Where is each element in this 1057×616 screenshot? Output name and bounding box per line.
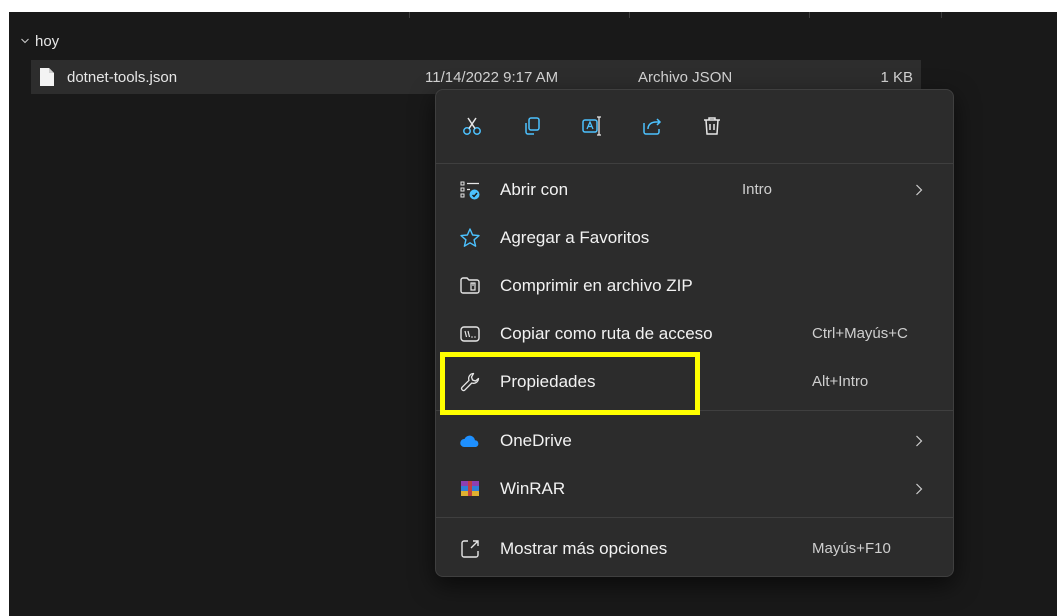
- cut-button[interactable]: [448, 104, 496, 148]
- chevron-right-icon: [916, 483, 923, 495]
- column-divider[interactable]: [941, 12, 942, 18]
- column-divider[interactable]: [629, 12, 630, 18]
- column-divider[interactable]: [809, 12, 810, 18]
- group-header-today[interactable]: hoy: [21, 30, 59, 52]
- winrar-icon: [458, 478, 482, 500]
- menu-item-onedrive[interactable]: OneDrive: [442, 419, 947, 463]
- wrench-icon: [458, 371, 482, 393]
- menu-separator: [436, 517, 953, 518]
- file-name: dotnet-tools.json: [67, 69, 178, 86]
- properties-label: Propiedades: [500, 372, 596, 391]
- more-options-icon: [458, 538, 482, 560]
- rename-button[interactable]: [568, 104, 616, 148]
- copy-as-path-label: Copiar como ruta de acceso: [500, 324, 713, 343]
- rename-icon: [582, 116, 601, 136]
- copy-button[interactable]: [508, 104, 556, 148]
- show-more-options-shortcut: Mayús+F10: [812, 540, 891, 557]
- file-type: Archivo JSON: [638, 69, 733, 86]
- menu-separator: [436, 410, 953, 411]
- file-date: 11/14/2022 9:17 AM: [425, 69, 559, 86]
- chevron-right-icon: [916, 184, 923, 196]
- cut-icon: [463, 117, 481, 135]
- share-button[interactable]: [628, 104, 676, 148]
- onedrive-label: OneDrive: [500, 431, 572, 450]
- chevron-right-icon: [916, 435, 923, 447]
- properties-shortcut: Alt+Intro: [812, 373, 869, 390]
- winrar-label: WinRAR: [500, 479, 566, 498]
- show-more-options-label: Mostrar más opciones: [500, 539, 668, 558]
- onedrive-icon: [458, 430, 482, 452]
- file-size: 1 KB: [880, 69, 913, 86]
- quick-actions-bar: [448, 104, 736, 148]
- copy-path-icon: [458, 323, 482, 345]
- menu-item-show-more-options[interactable]: Mostrar más opciones Mayús+F10: [442, 527, 947, 571]
- compress-zip-label: Comprimir en archivo ZIP: [500, 276, 693, 295]
- menu-item-open-with[interactable]: Abrir con Intro: [442, 168, 947, 212]
- copy-as-path-shortcut: Ctrl+Mayús+C: [812, 325, 908, 342]
- column-divider[interactable]: [409, 12, 410, 18]
- menu-item-copy-as-path[interactable]: Copiar como ruta de acceso Ctrl+Mayús+C: [442, 312, 947, 356]
- delete-button[interactable]: [688, 104, 736, 148]
- context-menu: Abrir con Intro Agregar a Favoritos Comp…: [435, 89, 954, 577]
- star-icon: [458, 227, 482, 249]
- zip-folder-icon: [458, 275, 482, 297]
- file-icon: [40, 68, 54, 86]
- chevron-down-icon: [21, 38, 29, 44]
- open-with-label: Abrir con: [500, 180, 569, 199]
- menu-item-add-to-favorites[interactable]: Agregar a Favoritos: [442, 216, 947, 260]
- open-with-icon: [458, 179, 482, 201]
- open-with-shortcut: Intro: [742, 181, 773, 198]
- menu-separator: [436, 163, 953, 164]
- menu-item-winrar[interactable]: WinRAR: [442, 467, 947, 511]
- menu-item-compress-zip[interactable]: Comprimir en archivo ZIP: [442, 264, 947, 308]
- share-icon: [643, 118, 662, 135]
- add-to-favorites-label: Agregar a Favoritos: [500, 228, 650, 247]
- copy-icon: [525, 117, 540, 135]
- group-label: hoy: [35, 32, 60, 50]
- menu-item-properties[interactable]: Propiedades Alt+Intro: [442, 360, 947, 404]
- delete-icon: [704, 117, 720, 135]
